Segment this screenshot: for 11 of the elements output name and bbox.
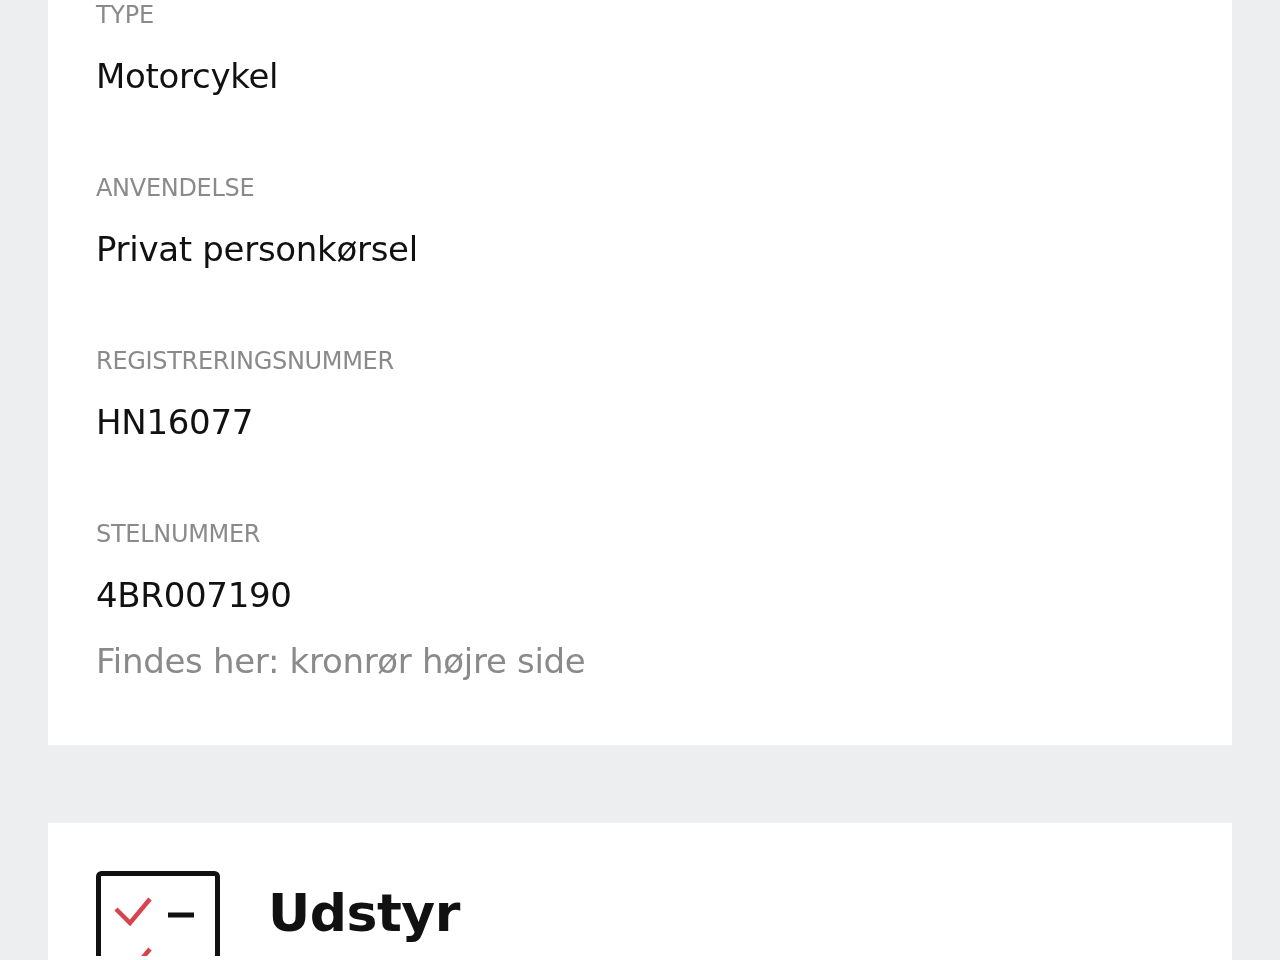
field-label: TYPE [96, 0, 155, 30]
field-label: STELNUMMER [96, 519, 262, 549]
section-title: Udstyr [268, 882, 460, 945]
checklist-icon [96, 871, 220, 956]
field-value: HN16077 [96, 401, 255, 444]
field-label: ANVENDELSE [96, 173, 256, 203]
field-value: 4BR007190 [96, 574, 293, 617]
field-value: Privat personkørsel [96, 228, 419, 271]
field-note: Findes her: kronrør højre side [96, 640, 587, 683]
field-label: REGISTRERINGSNUMMER [96, 346, 395, 376]
field-value: Motorcykel [96, 55, 280, 98]
